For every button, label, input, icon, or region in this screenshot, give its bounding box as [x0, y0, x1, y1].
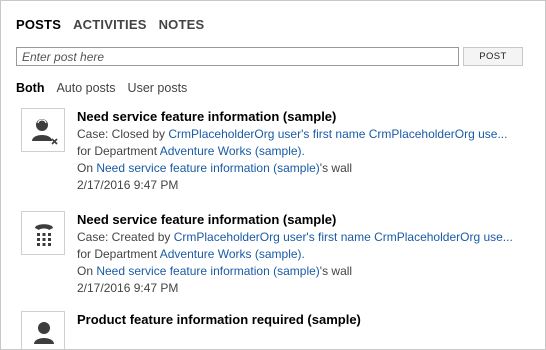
user-link[interactable]: CrmPlaceholderOrg user's first name CrmP… [168, 127, 507, 141]
tab-notes[interactable]: NOTES [159, 17, 205, 32]
user-link[interactable]: CrmPlaceholderOrg user's first name CrmP… [174, 230, 513, 244]
department-link[interactable]: Adventure Works (sample). [160, 144, 305, 158]
post-title: Need service feature information (sample… [77, 212, 337, 227]
filter-auto-posts[interactable]: Auto posts [56, 81, 115, 95]
tab-posts[interactable]: POSTS [16, 17, 61, 32]
wall-prefix: On [77, 161, 97, 175]
post-description: Case: Closed by [77, 127, 169, 141]
filter-both[interactable]: Both [16, 81, 44, 95]
record-wall-link[interactable]: Need service feature information (sample… [96, 161, 319, 175]
filter-user-posts[interactable]: User posts [128, 81, 188, 95]
tab-activities[interactable]: ACTIVITIES [73, 17, 147, 32]
user-closed-icon [21, 108, 65, 152]
feed-post: Product feature information required (sa… [16, 311, 526, 349]
post-timestamp: 2/17/2016 9:47 PM [77, 178, 179, 192]
post-description: Case: Created by [77, 230, 174, 244]
department-prefix: for Department [77, 247, 160, 261]
department-prefix: for Department [77, 144, 160, 158]
wall-suffix: 's wall [319, 161, 353, 175]
post-timestamp: 2/17/2016 9:47 PM [77, 281, 179, 295]
post-button[interactable]: POST [463, 47, 523, 66]
post-filters: Both Auto posts User posts [16, 81, 187, 95]
post-title: Need service feature information (sample… [77, 109, 337, 124]
department-link[interactable]: Adventure Works (sample). [160, 247, 305, 261]
phone-keypad-icon [21, 211, 65, 255]
feed-post: Need service feature information (sample… [16, 211, 526, 301]
post-title: Product feature information required (sa… [77, 312, 361, 327]
feed-post: Need service feature information (sample… [16, 108, 526, 198]
record-wall-link[interactable]: Need service feature information (sample… [96, 264, 319, 278]
post-composer: POST [16, 47, 523, 68]
activity-feed-panel: POSTS ACTIVITIES NOTES POST Both Auto po… [0, 0, 546, 350]
feed-tabs: POSTS ACTIVITIES NOTES [16, 17, 204, 32]
post-input[interactable] [16, 47, 459, 66]
user-icon [21, 311, 65, 349]
wall-suffix: 's wall [319, 264, 353, 278]
wall-prefix: On [77, 264, 97, 278]
